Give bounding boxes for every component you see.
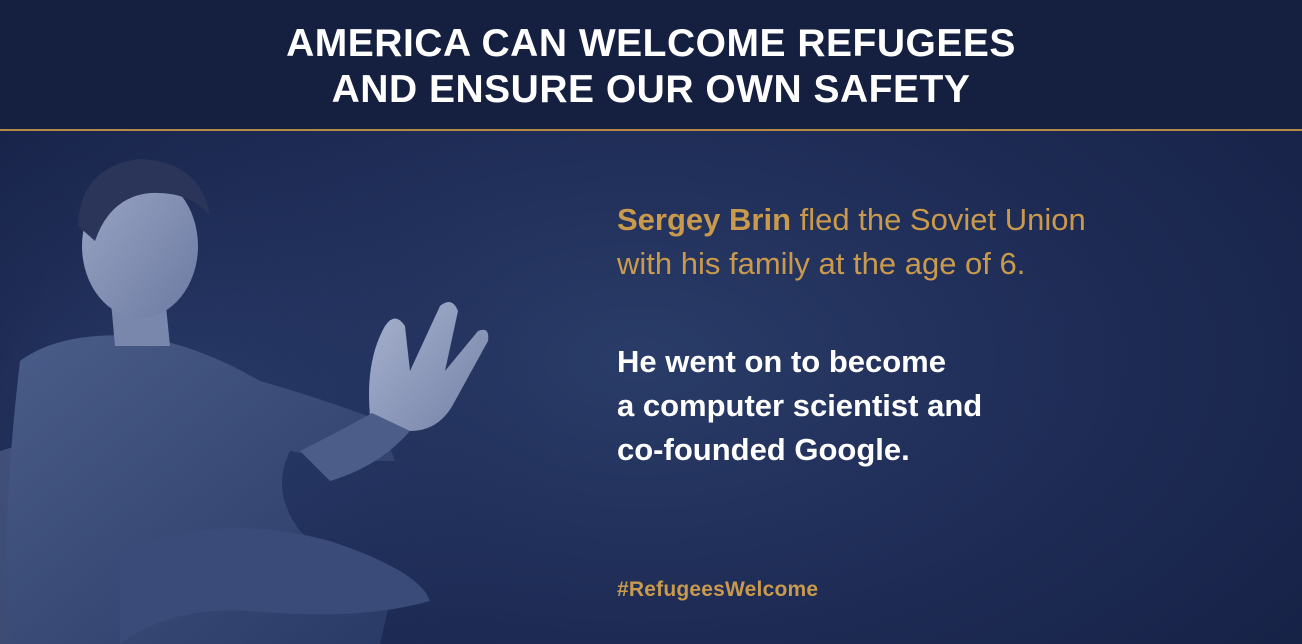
body-line-1: He went on to become bbox=[617, 344, 946, 379]
portrait-photo bbox=[0, 131, 560, 644]
lead-text-block: Sergey Brin fled the Soviet Union with h… bbox=[617, 198, 1257, 286]
person-name: Sergey Brin bbox=[617, 202, 792, 237]
lead-line-1: Sergey Brin fled the Soviet Union bbox=[617, 198, 1257, 242]
hashtag: #RefugeesWelcome bbox=[617, 578, 819, 601]
lead-line-1-rest: fled the Soviet Union bbox=[791, 202, 1086, 237]
refugee-graphic: AMERICA CAN WELCOME REFUGEES AND ENSURE … bbox=[0, 0, 1302, 644]
headline-banner: AMERICA CAN WELCOME REFUGEES AND ENSURE … bbox=[0, 0, 1302, 131]
lead-line-2: with his family at the age of 6. bbox=[617, 246, 1026, 281]
body-text-block: He went on to become a computer scientis… bbox=[617, 340, 1257, 472]
headline-line-1: AMERICA CAN WELCOME REFUGEES bbox=[286, 22, 1016, 65]
body-line-2: a computer scientist and bbox=[617, 388, 983, 423]
headline-line-2: AND ENSURE OUR OWN SAFETY bbox=[331, 68, 971, 111]
body-line-3: co-founded Google. bbox=[617, 432, 910, 467]
